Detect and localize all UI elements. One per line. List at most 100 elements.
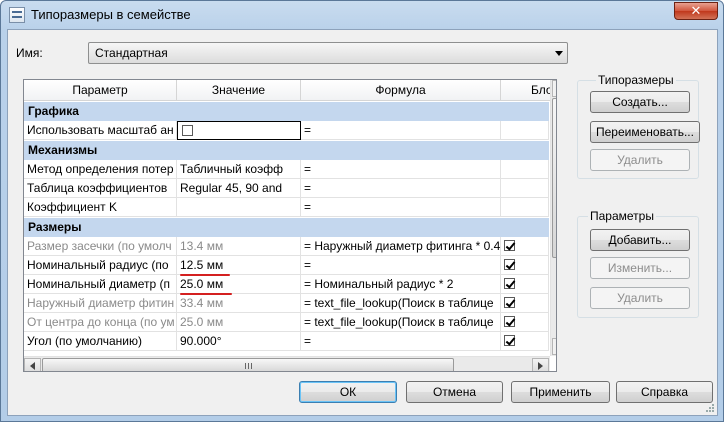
delete-parameter-button[interactable]: Удалить	[590, 287, 690, 309]
value-cell[interactable]: 25.0 мм	[177, 275, 301, 294]
lock-cell[interactable]	[501, 313, 549, 332]
horizontal-scrollbar[interactable]	[24, 356, 550, 371]
formula-cell[interactable]: = text_file_lookup(Поиск в таблице	[301, 313, 501, 332]
table-row[interactable]: Номинальный радиус (по 12.5 мм =	[24, 256, 549, 275]
table-row[interactable]: Номинальный диаметр (п 25.0 мм = Номинал…	[24, 275, 549, 294]
chevron-down-icon	[555, 51, 563, 56]
grip-icon	[556, 178, 557, 179]
apply-button[interactable]: Применить	[511, 381, 610, 403]
rename-type-button[interactable]: Переименовать...	[590, 121, 700, 143]
group-header-dimensions[interactable]: Размеры	[24, 218, 549, 237]
family-types-icon	[9, 7, 25, 23]
param-name: Номинальный диаметр (п	[24, 275, 177, 294]
value-cell[interactable]: Табличный коэфф	[177, 160, 301, 179]
column-header-lock[interactable]: Бло	[501, 80, 556, 101]
table-row[interactable]: Коэффициент K =	[24, 198, 549, 217]
dialog-body: Имя: Стандартная Параметр Значение Форму…	[7, 29, 718, 416]
resize-grip-icon[interactable]	[705, 403, 715, 413]
vertical-scrollbar[interactable]	[550, 80, 557, 356]
vertical-scroll-thumb[interactable]	[552, 98, 557, 258]
table-row[interactable]: Размер засечки (по умолч 13.4 мм = Наруж…	[24, 237, 549, 256]
scroll-up-button[interactable]	[552, 80, 557, 97]
formula-cell[interactable]: =	[301, 179, 501, 198]
lock-checkbox[interactable]	[504, 278, 515, 289]
column-header-parameter[interactable]: Параметр	[24, 80, 177, 101]
param-name: Коэффициент K	[24, 198, 177, 217]
param-name: Угол (по умолчанию)	[24, 332, 177, 351]
formula-cell[interactable]: =	[301, 256, 501, 275]
lock-cell[interactable]	[501, 332, 549, 351]
scroll-down-button[interactable]	[552, 338, 556, 355]
help-button[interactable]: Справка	[616, 381, 713, 403]
lock-cell[interactable]	[501, 275, 549, 294]
value-cell[interactable]: 13.4 мм	[177, 237, 301, 256]
param-name: Размер засечки (по умолч	[24, 237, 177, 256]
table-row[interactable]: От центра до конца (по ум 25.0 мм = text…	[24, 313, 549, 332]
cancel-button[interactable]: Отмена	[406, 381, 503, 403]
formula-cell[interactable]: = Номинальный радиус * 2	[301, 275, 501, 294]
lock-cell[interactable]	[501, 237, 549, 256]
value-cell[interactable]: 25.0 мм	[177, 313, 301, 332]
lock-cell	[501, 160, 549, 179]
grip-icon	[556, 181, 557, 182]
arrow-right-icon	[538, 362, 543, 370]
table-row[interactable]: Таблица коэффициентов Regular 45, 90 and…	[24, 179, 549, 198]
formula-cell[interactable]: =	[301, 332, 501, 351]
lock-cell	[501, 198, 549, 217]
table-row[interactable]: Метод определения потер Табличный коэфф …	[24, 160, 549, 179]
grip-icon	[245, 363, 246, 369]
title-bar[interactable]: Типоразмеры в семействе ✕	[1, 1, 723, 29]
formula-cell[interactable]: =	[301, 121, 501, 140]
group-header-mechanical[interactable]: Механизмы	[24, 141, 549, 160]
param-name: Метод определения потер	[24, 160, 177, 179]
value-cell[interactable]: Regular 45, 90 and	[177, 179, 301, 198]
param-name: Номинальный радиус (по	[24, 256, 177, 275]
scroll-right-button[interactable]	[532, 358, 549, 371]
grip-icon	[248, 363, 249, 369]
lock-checkbox[interactable]	[504, 316, 515, 327]
arrow-up-icon	[556, 86, 557, 91]
value-cell[interactable]: 33.4 мм	[177, 294, 301, 313]
lock-checkbox[interactable]	[504, 297, 515, 308]
type-name-select[interactable]: Стандартная	[88, 42, 568, 64]
formula-cell[interactable]: =	[301, 160, 501, 179]
param-name: Таблица коэффициентов	[24, 179, 177, 198]
lock-checkbox[interactable]	[504, 259, 515, 270]
lock-cell[interactable]	[501, 256, 549, 275]
group-header-graphics[interactable]: Графика	[24, 102, 549, 121]
ok-button[interactable]: ОК	[299, 381, 397, 403]
table-row[interactable]: Использовать масштаб ан =	[24, 121, 549, 140]
value-cell[interactable]: 12.5 мм	[177, 256, 301, 275]
checkbox[interactable]	[182, 125, 193, 136]
column-header-formula[interactable]: Формула	[301, 80, 501, 101]
lock-cell	[501, 121, 549, 140]
value-cell[interactable]: 90.000°	[177, 332, 301, 351]
close-button[interactable]: ✕	[674, 2, 718, 20]
lock-checkbox[interactable]	[504, 335, 515, 346]
create-type-button[interactable]: Создать...	[590, 91, 690, 113]
scroll-left-button[interactable]	[24, 358, 41, 371]
annotation-underline	[180, 274, 230, 276]
param-name: Использовать масштаб ан	[24, 121, 177, 140]
table-row[interactable]: Наружный диаметр фитин 33.4 мм = text_fi…	[24, 294, 549, 313]
value-cell[interactable]	[177, 121, 301, 140]
parameters-grid: Параметр Значение Формула Бло Графика Ис…	[23, 79, 557, 372]
lock-cell[interactable]	[501, 294, 549, 313]
modify-parameter-button[interactable]: Изменить...	[590, 257, 690, 279]
table-row[interactable]: Угол (по умолчанию) 90.000° =	[24, 332, 549, 351]
parameters-group-legend: Параметры	[588, 209, 656, 223]
add-parameter-button[interactable]: Добавить...	[590, 229, 690, 251]
value-cell[interactable]	[177, 198, 301, 217]
type-name-value: Стандартная	[95, 46, 168, 60]
types-group-legend: Типоразмеры	[596, 73, 676, 87]
column-header-value[interactable]: Значение	[177, 80, 301, 101]
formula-cell[interactable]: = Наружный диаметр фитинга * 0.4	[301, 237, 501, 256]
lock-checkbox[interactable]	[504, 240, 515, 251]
grip-icon	[556, 175, 557, 176]
horizontal-scroll-thumb[interactable]	[42, 358, 454, 371]
formula-cell[interactable]: = text_file_lookup(Поиск в таблице	[301, 294, 501, 313]
delete-type-button[interactable]: Удалить	[590, 149, 690, 171]
window-title: Типоразмеры в семействе	[31, 7, 191, 22]
lock-cell	[501, 179, 549, 198]
formula-cell[interactable]: =	[301, 198, 501, 217]
